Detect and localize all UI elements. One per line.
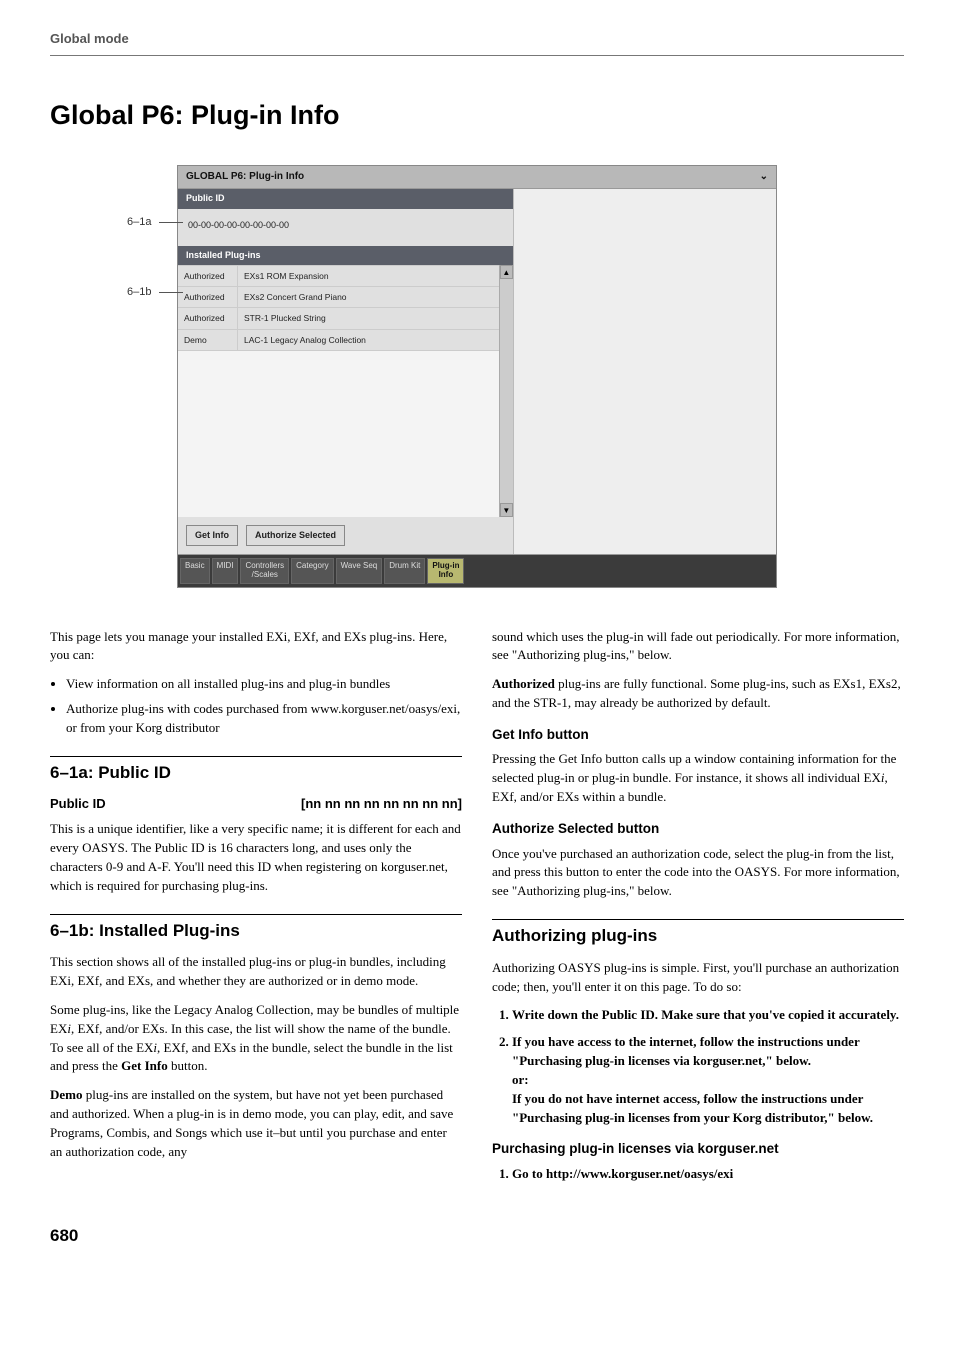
callout-6-1a: 6–1a bbox=[127, 215, 151, 231]
list-item[interactable]: Demo LAC-1 Legacy Analog Collection bbox=[178, 330, 499, 351]
purchasing-steps-list: Go to http://www.korguser.net/oasys/exi bbox=[492, 1165, 904, 1184]
screenshot-figure: 6–1a 6–1b GLOBAL P6: Plug-in Info ⌄ Publ… bbox=[177, 165, 777, 588]
tab-midi[interactable]: MIDI bbox=[212, 558, 239, 584]
tab-wave-seq[interactable]: Wave Seq bbox=[336, 558, 383, 584]
list-item: Authorize plug-ins with codes purchased … bbox=[66, 700, 462, 738]
get-info-button-heading: Get Info button bbox=[492, 725, 904, 745]
body-paragraph: sound which uses the plug-in will fade o… bbox=[492, 628, 904, 666]
authorizing-steps-list: Write down the Public ID. Make sure that… bbox=[492, 1006, 904, 1127]
get-info-button[interactable]: Get Info bbox=[186, 525, 238, 546]
list-item: View information on all installed plug-i… bbox=[66, 675, 462, 694]
tab-bar: Basic MIDI Controllers /Scales Category … bbox=[178, 554, 776, 587]
tab-controllers-scales[interactable]: Controllers /Scales bbox=[240, 558, 289, 584]
body-paragraph: Pressing the Get Info button calls up a … bbox=[492, 750, 904, 807]
param-name: Public ID bbox=[50, 795, 106, 814]
list-item[interactable]: Authorized EXs1 ROM Expansion bbox=[178, 266, 499, 287]
public-id-header: Public ID bbox=[178, 189, 513, 208]
body-paragraph: Authorized plug-ins are fully functional… bbox=[492, 675, 904, 713]
page-title: Global P6: Plug-in Info bbox=[50, 96, 904, 135]
scroll-down-icon[interactable]: ▼ bbox=[500, 503, 513, 517]
tab-drum-kit[interactable]: Drum Kit bbox=[384, 558, 425, 584]
body-paragraph: Once you've purchased an authorization c… bbox=[492, 845, 904, 902]
authorizing-plugins-heading: Authorizing plug-ins bbox=[492, 919, 904, 949]
plugin-list[interactable]: Authorized EXs1 ROM Expansion Authorized… bbox=[178, 265, 499, 517]
tab-plugin-info[interactable]: Plug-in Info bbox=[427, 558, 464, 584]
list-item: Write down the Public ID. Make sure that… bbox=[512, 1006, 904, 1025]
page-number: 680 bbox=[50, 1224, 904, 1249]
intro-bullet-list: View information on all installed plug-i… bbox=[50, 675, 462, 738]
intro-paragraph: This page lets you manage your installed… bbox=[50, 628, 462, 666]
list-item: Go to http://www.korguser.net/oasys/exi bbox=[512, 1165, 904, 1184]
plugin-list-empty-area bbox=[178, 351, 499, 517]
installed-plugins-header: Installed Plug-ins bbox=[178, 246, 513, 265]
list-item[interactable]: Authorized STR-1 Plucked String bbox=[178, 308, 499, 329]
body-paragraph: Some plug-ins, like the Legacy Analog Co… bbox=[50, 1001, 462, 1076]
body-paragraph: This section shows all of the installed … bbox=[50, 953, 462, 991]
public-id-description: This is a unique identifier, like a very… bbox=[50, 820, 462, 895]
callout-6-1b: 6–1b bbox=[127, 285, 151, 301]
body-paragraph: Authorizing OASYS plug-ins is simple. Fi… bbox=[492, 959, 904, 997]
window-right-pane bbox=[513, 189, 776, 553]
list-item: If you have access to the internet, foll… bbox=[512, 1033, 904, 1127]
scrollbar[interactable]: ▲ ▼ bbox=[499, 265, 513, 517]
window-titlebar: GLOBAL P6: Plug-in Info ⌄ bbox=[178, 166, 776, 190]
parameter-line: Public ID [nn nn nn nn nn nn nn nn] bbox=[50, 795, 462, 814]
menu-chevron-icon[interactable]: ⌄ bbox=[760, 170, 768, 185]
tab-basic[interactable]: Basic bbox=[180, 558, 210, 584]
scroll-up-icon[interactable]: ▲ bbox=[500, 265, 513, 279]
running-header: Global mode bbox=[50, 30, 904, 56]
authorize-selected-button-heading: Authorize Selected button bbox=[492, 819, 904, 839]
section-6-1b-heading: 6–1b: Installed Plug-ins bbox=[50, 914, 462, 944]
window-title: GLOBAL P6: Plug-in Info bbox=[186, 170, 304, 185]
public-id-value: 00-00-00-00-00-00-00-00 bbox=[178, 209, 513, 246]
list-item[interactable]: Authorized EXs2 Concert Grand Piano bbox=[178, 287, 499, 308]
tab-category[interactable]: Category bbox=[291, 558, 333, 584]
body-paragraph: Demo plug-ins are installed on the syste… bbox=[50, 1086, 462, 1161]
authorize-selected-button[interactable]: Authorize Selected bbox=[246, 525, 345, 546]
param-range: [nn nn nn nn nn nn nn nn] bbox=[301, 795, 462, 814]
plugin-info-window: GLOBAL P6: Plug-in Info ⌄ Public ID 00-0… bbox=[177, 165, 777, 588]
purchasing-via-korguser-heading: Purchasing plug-in licenses via korguser… bbox=[492, 1139, 904, 1159]
section-6-1a-heading: 6–1a: Public ID bbox=[50, 756, 462, 786]
